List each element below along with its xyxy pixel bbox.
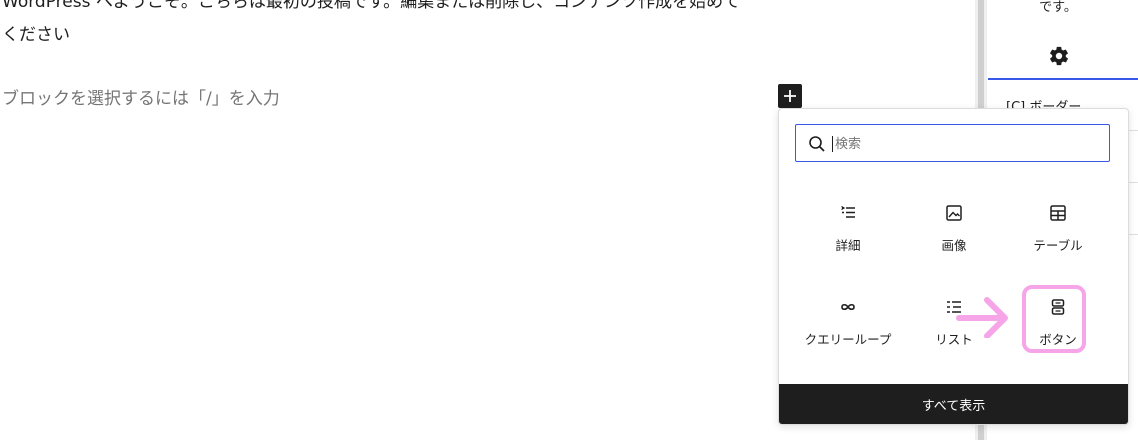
block-item-query-loop[interactable]: クエリーループ bbox=[798, 297, 898, 377]
details-icon bbox=[841, 205, 855, 218]
post-paragraph[interactable]: WordPress へようこそ。こちらは最初の投稿です。編集または削除し、コンテ… bbox=[2, 0, 802, 52]
plus-icon bbox=[784, 90, 796, 102]
browse-all-button[interactable]: すべて表示 bbox=[779, 384, 1128, 424]
paragraph-line-1: WordPress へようこそ。こちらは最初の投稿です。編集または削除し、コンテ… bbox=[2, 0, 741, 12]
paragraph-line-2: ください bbox=[2, 25, 70, 45]
block-item-image[interactable]: 画像 bbox=[904, 203, 1004, 283]
block-search bbox=[795, 124, 1110, 162]
sidebar-text: です。 bbox=[1039, 0, 1077, 15]
image-icon bbox=[946, 205, 962, 221]
loop-icon bbox=[841, 303, 855, 311]
block-label: クエリーループ bbox=[804, 332, 892, 347]
active-tab-indicator bbox=[988, 78, 1138, 80]
table-icon bbox=[1050, 205, 1066, 221]
block-label: テーブル bbox=[1033, 238, 1083, 253]
search-icon bbox=[809, 136, 825, 152]
annotation-highlight-box bbox=[1022, 285, 1086, 353]
arrow-right-icon bbox=[956, 297, 1008, 338]
block-label: 詳細 bbox=[835, 238, 861, 253]
gear-icon[interactable] bbox=[1048, 45, 1070, 67]
block-appender-placeholder[interactable]: ブロックを選択するには「/」を入力 bbox=[2, 86, 280, 112]
block-label: 画像 bbox=[941, 238, 967, 253]
block-item-details[interactable]: 詳細 bbox=[798, 203, 898, 283]
block-inserter-popover: 詳細 画像 テーブル クエリーループ リスト ボタン bbox=[778, 108, 1129, 425]
block-item-table[interactable]: テーブル bbox=[1008, 203, 1108, 283]
search-input[interactable] bbox=[833, 132, 1097, 156]
block-inserter-toggle[interactable] bbox=[778, 84, 802, 108]
